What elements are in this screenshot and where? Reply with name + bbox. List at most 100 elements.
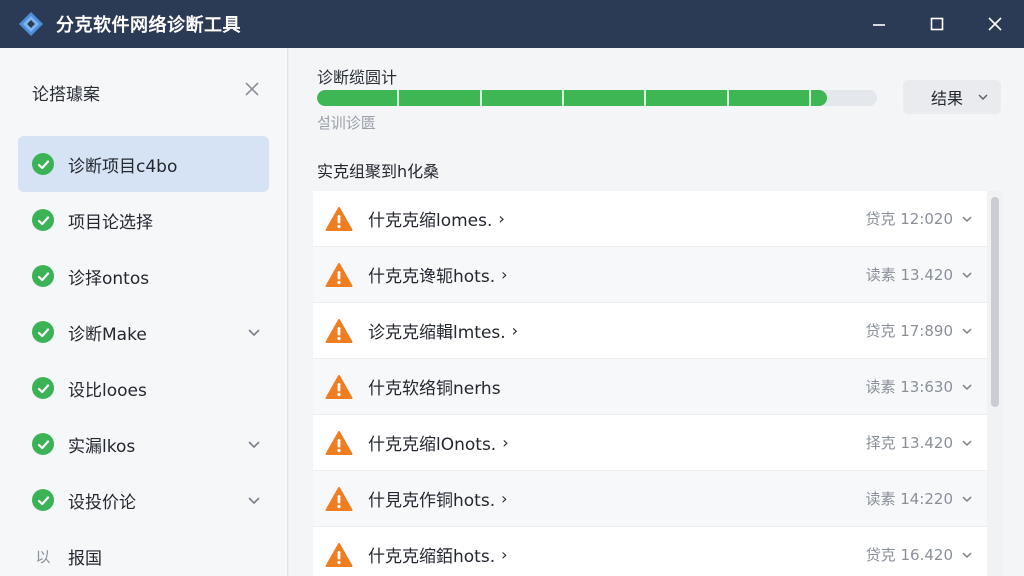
result-row-meta: 择克 13.420	[865, 434, 953, 452]
result-row[interactable]: 什克克谗轭hots. › 读素 13.420	[313, 247, 1003, 303]
chevron-down-icon[interactable]	[961, 269, 973, 281]
sidebar-item-label: 设投价论	[68, 492, 136, 513]
sidebar-title: 论搭璩案	[32, 84, 100, 105]
results-list-title: 实克组聚到h化桑	[317, 162, 440, 181]
close-icon	[988, 17, 1002, 31]
progress-bar	[317, 90, 877, 106]
sidebar-item[interactable]: 设比looes	[18, 360, 269, 416]
result-row[interactable]: 什見克作铜hots. › 读素 14:220	[313, 471, 1003, 527]
result-row-meta: 读素 14:220	[865, 490, 953, 508]
result-row-meta: 读素 13:630	[865, 378, 953, 396]
result-row-meta: 贷克 16.420	[865, 546, 953, 564]
sidebar-item[interactable]: 诊断项目c4bo	[18, 136, 269, 192]
main-panel: 诊断缆圆计 설训诊匮 结果 实克组聚到h化桑 什克克缩lomes. › 贷克 12:…	[289, 48, 1024, 576]
arrow-right-icon: ›	[501, 545, 508, 564]
chevron-down-icon	[978, 94, 988, 101]
progress-segment	[727, 90, 729, 106]
arrow-right-icon: ›	[498, 209, 505, 228]
warning-triangle-icon	[325, 486, 353, 511]
check-circle-icon	[32, 265, 54, 287]
result-row-meta: 贷克 12:020	[865, 210, 953, 228]
chevron-down-icon[interactable]	[961, 493, 973, 505]
result-row-label: 什克克缩銆hots.	[368, 547, 496, 567]
result-row-label: 什克克缩lomes.	[368, 211, 493, 231]
check-circle-icon	[32, 209, 54, 231]
scrollbar-thumb[interactable]	[991, 197, 999, 407]
sidebar-item[interactable]: 项目论选择	[18, 192, 269, 248]
sidebar-item-label: 实漏lkos	[68, 436, 136, 457]
result-row[interactable]: 什克克缩lomes. › 贷克 12:020	[313, 191, 1003, 247]
arrow-right-icon: ›	[501, 489, 508, 508]
progress-title: 诊断缆圆计	[317, 68, 398, 87]
scrollbar[interactable]	[987, 191, 1003, 576]
sidebar-list: 诊断项目c4bo 项目论选择诊择ontos 诊断Make 设比looes 实漏lkos 设…	[0, 136, 287, 576]
result-row-label: 诊克克缩輯lmtes.	[368, 323, 506, 343]
sidebar-item-label: 报国	[68, 548, 102, 569]
sidebar-item[interactable]: 设投价论	[18, 472, 269, 528]
check-circle-icon	[32, 321, 54, 343]
warning-triangle-icon	[325, 262, 353, 287]
sidebar-close-icon[interactable]	[243, 80, 261, 98]
result-row-label: 什克克缩lOnots.	[368, 435, 497, 455]
result-row[interactable]: 诊克克缩輯lmtes. › 贷克 17:890	[313, 303, 1003, 359]
chevron-down-icon[interactable]	[961, 549, 973, 561]
sidebar-header: 论搭璩案	[0, 48, 287, 136]
chevron-down-icon[interactable]	[247, 493, 261, 507]
results-list: 什克克缩lomes. › 贷克 12:020 什克克谗轭hots. › 读素 13.420…	[313, 191, 1003, 576]
check-circle-icon	[32, 489, 54, 511]
chevron-down-icon[interactable]	[961, 381, 973, 393]
check-circle-icon	[32, 433, 54, 455]
sidebar-item-label: 设比looes	[68, 380, 147, 401]
progress-segment	[644, 90, 646, 106]
arrow-right-icon: ›	[511, 321, 519, 340]
chevron-down-icon[interactable]	[961, 325, 973, 337]
check-circle-icon	[32, 153, 54, 175]
progress-subtitle: 설训诊匮	[317, 114, 376, 132]
sidebar-item-label: 诊断项目c4bo	[68, 156, 178, 177]
warning-triangle-icon	[325, 318, 353, 343]
chevron-down-icon[interactable]	[247, 325, 261, 339]
sidebar-item[interactable]: 以报国	[18, 528, 269, 576]
window-title: 分克软件网络诊断工具	[56, 15, 241, 36]
warning-triangle-icon	[325, 430, 353, 455]
diamond-logo-icon	[19, 12, 43, 36]
sidebar: 论搭璩案 诊断项目c4bo 项目论选择诊择ontos 诊断Make 设比looes 实漏…	[0, 48, 288, 576]
minimize-button[interactable]	[850, 0, 908, 48]
progress-segment	[562, 90, 564, 106]
warning-triangle-icon	[325, 206, 353, 231]
maximize-button[interactable]	[908, 0, 966, 48]
result-row-label: 什克克谗轭hots.	[368, 267, 496, 287]
maximize-icon	[930, 17, 944, 31]
results-rows: 什克克缩lomes. › 贷克 12:020 什克克谗轭hots. › 读素 13.420…	[313, 191, 1003, 576]
result-row-label: 什見克作铜hots.	[368, 491, 496, 511]
minimize-icon	[873, 24, 885, 26]
check-circle-icon	[32, 377, 54, 399]
sidebar-item-label: 诊择ontos	[68, 268, 150, 289]
progress-bar-fill	[317, 90, 827, 106]
arrow-right-icon: ›	[501, 265, 508, 284]
warning-triangle-icon	[325, 374, 353, 399]
result-row[interactable]: 什克克缩銆hots. › 贷克 16.420	[313, 527, 1003, 576]
sidebar-item[interactable]: 实漏lkos	[18, 416, 269, 472]
chevron-down-icon[interactable]	[961, 213, 973, 225]
sidebar-item-prefix: 以	[35, 547, 51, 566]
result-row-label: 什克软络铜nerhs	[368, 379, 501, 399]
result-row[interactable]: 什克克缩lOnots. › 择克 13.420	[313, 415, 1003, 471]
sidebar-item-label: 项目论选择	[68, 212, 153, 233]
result-row[interactable]: 什克软络铜nerhs 读素 13:630	[313, 359, 1003, 415]
arrow-right-icon: ›	[502, 433, 509, 452]
result-dropdown-label: 结果	[931, 89, 964, 108]
title-bar: 分克软件网络诊断工具	[0, 0, 1024, 48]
result-dropdown[interactable]: 结果	[903, 80, 1001, 114]
result-row-meta: 读素 13.420	[865, 266, 953, 284]
chevron-down-icon[interactable]	[247, 437, 261, 451]
progress-segment	[397, 90, 399, 106]
progress-segment	[809, 90, 811, 106]
sidebar-item-label: 诊断Make	[68, 324, 147, 345]
sidebar-item[interactable]: 诊择ontos	[18, 248, 269, 304]
warning-triangle-icon	[325, 542, 353, 567]
sidebar-item[interactable]: 诊断Make	[18, 304, 269, 360]
close-button[interactable]	[966, 0, 1024, 48]
window-controls	[850, 0, 1024, 48]
chevron-down-icon[interactable]	[961, 437, 973, 449]
